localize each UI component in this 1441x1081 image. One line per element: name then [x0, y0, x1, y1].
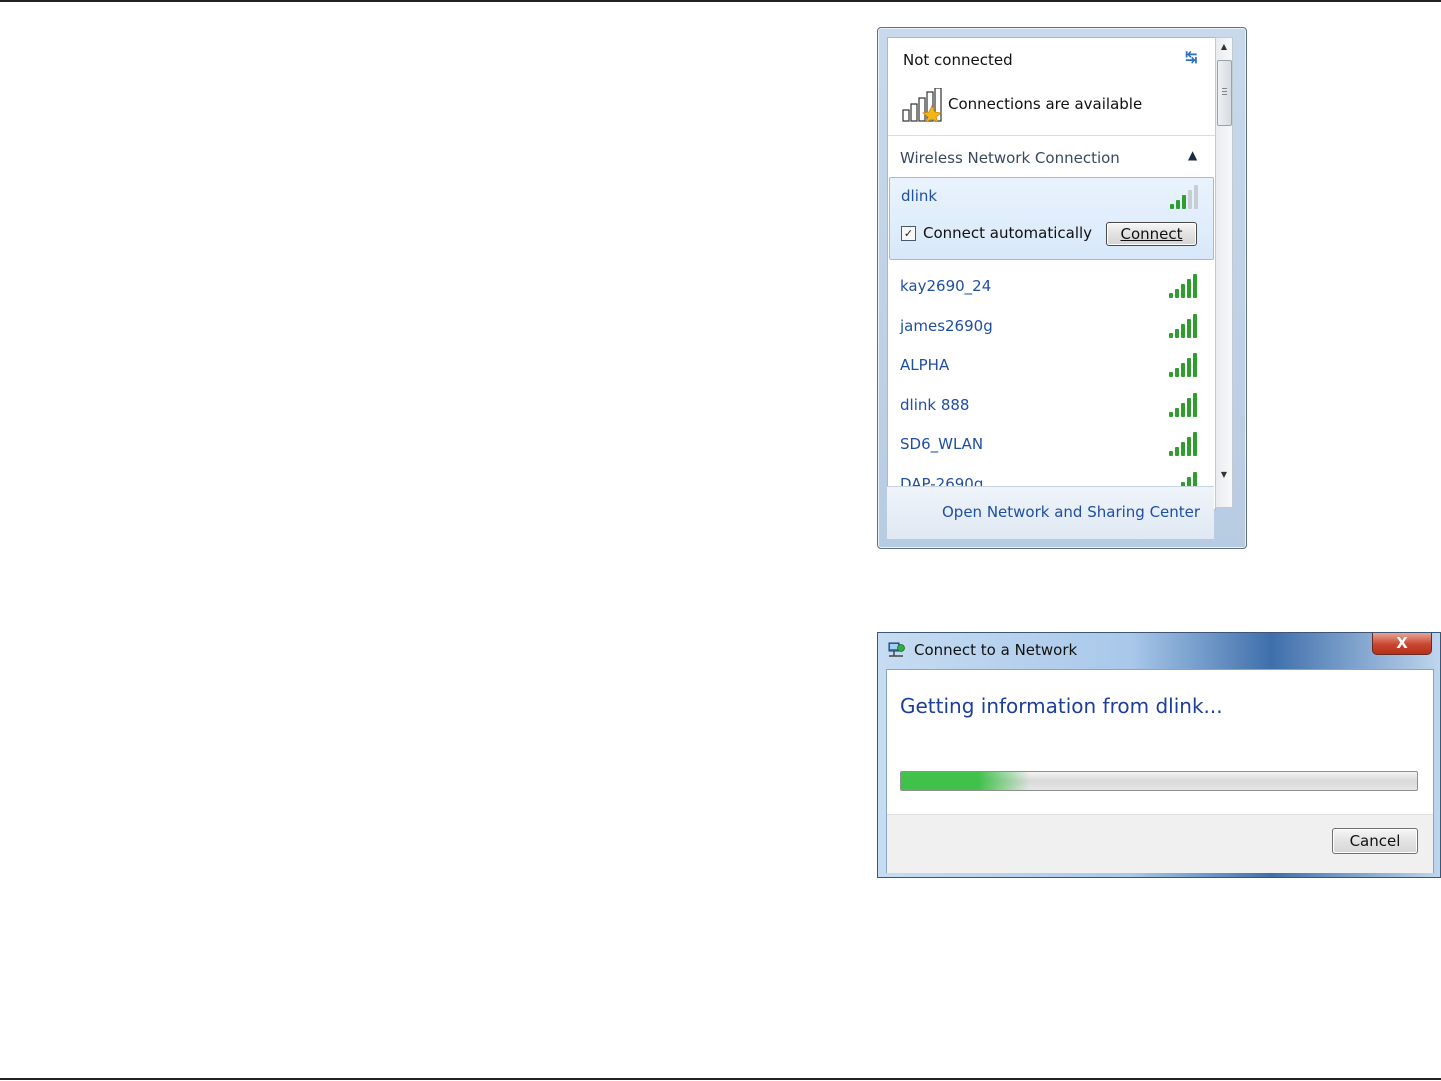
chevron-up-icon[interactable]: ▲: [1188, 148, 1197, 162]
network-ssid: dlink: [901, 187, 938, 205]
progress-fill: [901, 772, 1030, 790]
network-flyout: Not connected ↹ Connections are availabl…: [877, 27, 1247, 549]
connections-available-text: Connections are available: [948, 95, 1143, 113]
cancel-button[interactable]: Cancel: [1332, 828, 1418, 854]
network-item[interactable]: ALPHA: [889, 346, 1212, 382]
signal-strength-icon: [1169, 430, 1199, 456]
dialog-body: Getting information from dlink... Cancel: [886, 669, 1434, 873]
section-title[interactable]: Wireless Network Connection: [900, 149, 1120, 167]
dialog-heading: Getting information from dlink...: [900, 694, 1223, 718]
connect-automatically-checkbox[interactable]: ✓: [901, 226, 916, 241]
network-item[interactable]: kay2690_24: [889, 267, 1212, 303]
dialog-titlebar[interactable]: Connect to a Network X: [878, 633, 1440, 669]
scroll-up-arrow-icon[interactable]: ▲: [1216, 38, 1232, 56]
dialog-footer: Cancel: [887, 814, 1433, 873]
network-item[interactable]: james2690g: [889, 307, 1212, 343]
page-bottom-rule: [0, 1078, 1441, 1080]
signal-strength-icon: [1169, 351, 1199, 377]
network-item[interactable]: dlink 888: [889, 386, 1212, 422]
connection-status: Not connected: [903, 51, 1013, 69]
section-divider: [888, 135, 1215, 136]
page-top-rule: [0, 0, 1441, 2]
dialog-title: Connect to a Network: [914, 641, 1078, 659]
flyout-footer: Open Network and Sharing Center: [887, 486, 1214, 539]
connect-automatically-label[interactable]: Connect automatically: [923, 224, 1092, 242]
network-ssid: ALPHA: [900, 356, 950, 374]
signal-strength-icon: [1169, 391, 1199, 417]
open-network-sharing-center-link[interactable]: Open Network and Sharing Center: [942, 503, 1200, 521]
vertical-scrollbar[interactable]: ▲ ▼: [1215, 37, 1233, 508]
signal-strength-icon: [1169, 312, 1199, 338]
connect-dialog: Connect to a Network X Getting informati…: [877, 632, 1441, 878]
network-list-panel: Not connected ↹ Connections are availabl…: [887, 37, 1216, 510]
scroll-thumb[interactable]: [1217, 60, 1232, 126]
network-icon: [888, 642, 905, 657]
network-ssid: james2690g: [900, 317, 993, 335]
signal-strength-icon: [1170, 183, 1200, 209]
scroll-down-arrow-icon[interactable]: ▼: [1216, 466, 1232, 484]
progress-bar: [900, 771, 1418, 791]
network-item-selected[interactable]: dlink ✓ Connect automatically Connect: [889, 177, 1214, 260]
close-button[interactable]: X: [1372, 633, 1432, 655]
connect-button[interactable]: Connect: [1106, 222, 1197, 246]
network-ssid: kay2690_24: [900, 277, 992, 295]
refresh-icon[interactable]: ↹: [1185, 48, 1198, 66]
signal-strength-icon: [1169, 272, 1199, 298]
network-ssid: SD6_WLAN: [900, 435, 984, 453]
signal-warning-icon: [902, 88, 942, 122]
network-ssid: dlink 888: [900, 396, 970, 414]
network-item[interactable]: SD6_WLAN: [889, 425, 1212, 461]
